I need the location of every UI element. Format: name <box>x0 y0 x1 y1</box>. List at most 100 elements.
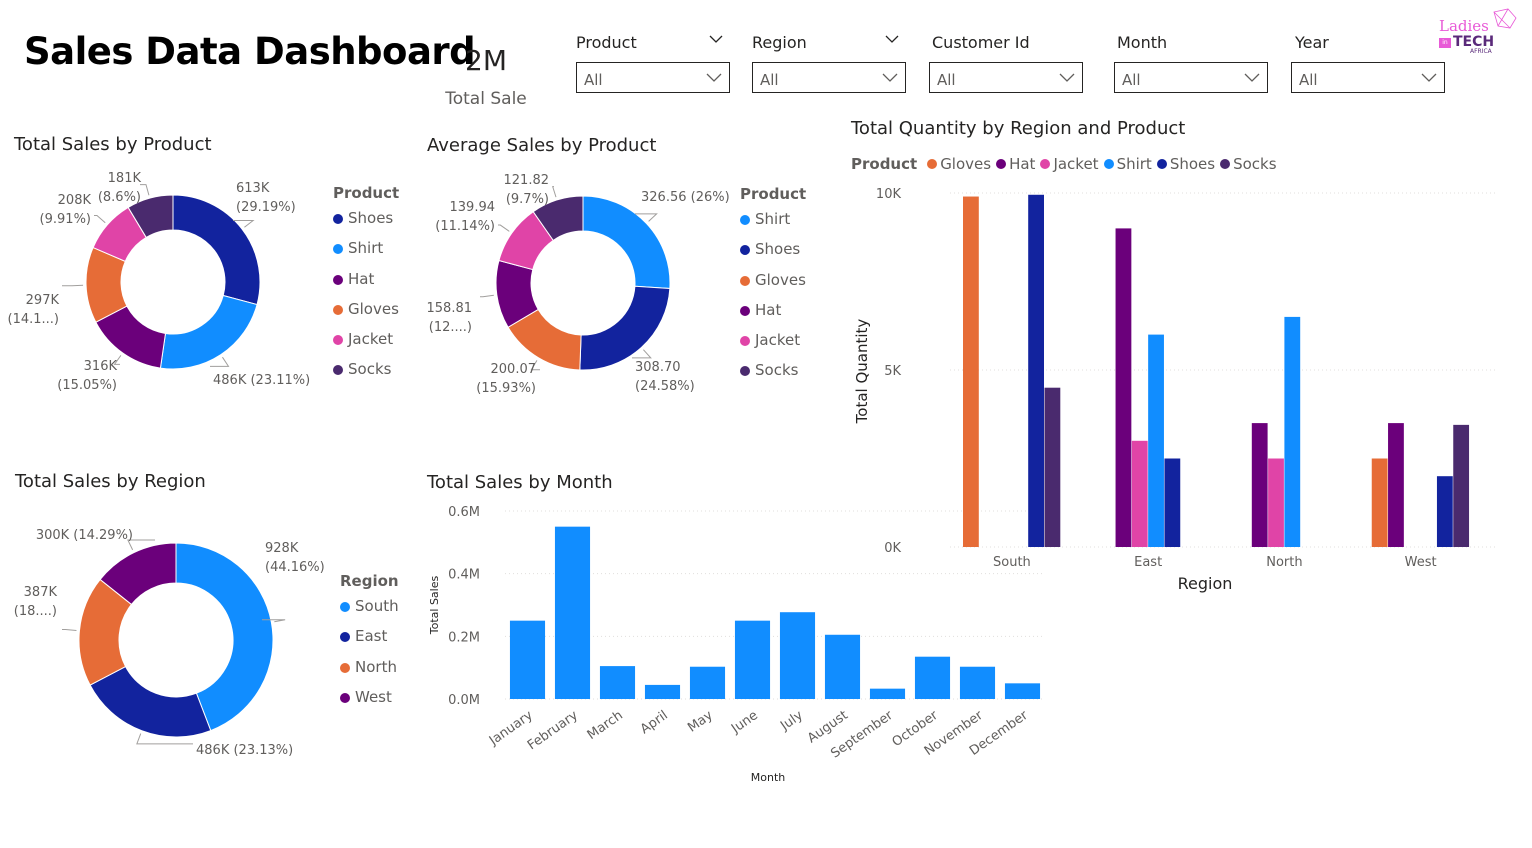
x-tick-label: May <box>685 708 716 736</box>
bar-august[interactable] <box>824 634 861 699</box>
bar-east-jacket[interactable] <box>1131 440 1148 547</box>
data-label-jacket: 139.94 <box>450 200 496 215</box>
data-label-shoes: 613K <box>236 181 270 196</box>
bar-november[interactable] <box>959 666 996 699</box>
data-label-shoes: (29.19%) <box>236 200 296 215</box>
bar-north-jacket[interactable] <box>1268 458 1284 548</box>
bar-east-shoes[interactable] <box>1164 458 1181 548</box>
legend-item-north[interactable]: North <box>340 658 399 688</box>
legend-label: Shirt <box>1116 155 1152 173</box>
leader-line-hat <box>480 294 494 298</box>
bar-june[interactable] <box>734 620 771 699</box>
legend-label: Shirt <box>755 210 791 228</box>
legend-item-shoes[interactable]: Shoes <box>1156 155 1216 173</box>
legend-label: West <box>355 687 392 706</box>
bar-west-socks[interactable] <box>1453 424 1470 547</box>
x-tick-label: North <box>1266 555 1302 570</box>
legend-item-socks[interactable]: Socks <box>333 360 399 390</box>
bar-south-socks[interactable] <box>1044 387 1061 547</box>
logo-text-in: in <box>1439 38 1451 48</box>
bar-may[interactable] <box>689 666 726 699</box>
legend-marker-icon <box>333 335 343 346</box>
bar-april[interactable] <box>644 684 681 699</box>
legend-marker-icon <box>340 692 350 703</box>
legend-item-hat[interactable]: Hat <box>740 301 806 331</box>
data-label-hat: (12....) <box>429 320 472 335</box>
data-label-west: 300K (14.29%) <box>36 528 133 543</box>
slicer-month-dropdown[interactable]: All <box>1114 62 1268 93</box>
slicer-region-dropdown[interactable]: All <box>752 62 906 93</box>
legend-item-south[interactable]: South <box>340 597 399 627</box>
legend-item-hat[interactable]: Hat <box>333 270 399 300</box>
bar-east-hat[interactable] <box>1115 228 1132 547</box>
legend-item-gloves[interactable]: Gloves <box>333 300 399 330</box>
donut-slice-east[interactable] <box>89 665 212 738</box>
legend-marker-icon <box>740 215 750 225</box>
legend-item-hat[interactable]: Hat <box>996 155 1035 173</box>
legend-item-east[interactable]: East <box>340 627 399 657</box>
legend-item-jacket[interactable]: Jacket <box>740 331 806 361</box>
chart-title-sales-by-product: Total Sales by Product <box>14 134 212 155</box>
legend-label: Hat <box>1009 155 1036 173</box>
x-axis-title: Region <box>1178 574 1233 593</box>
ladies-in-tech-logo: Ladies in TECH AFRICA <box>1436 6 1520 58</box>
legend-item-socks[interactable]: Socks <box>1220 155 1277 173</box>
bar-west-shoes[interactable] <box>1436 476 1453 547</box>
legend-item-gloves[interactable]: Gloves <box>740 271 806 301</box>
chevron-down-icon[interactable] <box>708 33 724 45</box>
legend-label: Shoes <box>1169 155 1216 173</box>
legend-label: Hat <box>348 269 375 288</box>
data-label-hat: 158.81 <box>427 301 473 316</box>
grouped-bar-chart-qty-by-region-product: 0K 5K 10K South East North West Total Quantity R… <box>853 187 1495 593</box>
bar-west-gloves[interactable] <box>1371 458 1388 548</box>
chevron-down-icon <box>1059 73 1075 82</box>
chart-title-avg-sales-by-product: Average Sales by Product <box>427 135 657 156</box>
legend-item-west[interactable]: West <box>340 688 399 718</box>
slicer-year-dropdown[interactable]: All <box>1291 62 1445 93</box>
leader-line-jacket <box>498 224 510 232</box>
legend-item-shoes[interactable]: Shoes <box>740 240 806 270</box>
chevron-down-icon[interactable] <box>884 33 900 45</box>
donut-slice-shoes[interactable] <box>579 285 671 371</box>
slicer-month: Month All <box>1114 33 1268 93</box>
x-tick-label: April <box>638 708 671 737</box>
legend-item-gloves[interactable]: Gloves <box>927 155 991 173</box>
data-label-socks: 121.82 <box>504 173 550 188</box>
data-label-north: 387K <box>24 585 58 600</box>
slicer-product-dropdown[interactable]: All <box>576 62 730 93</box>
slicer-product: Product All <box>576 33 730 93</box>
legend-marker-icon <box>333 365 343 376</box>
slicer-region-value: All <box>760 71 779 89</box>
legend-item-shirt[interactable]: Shirt <box>1103 155 1152 173</box>
legend-item-shoes[interactable]: Shoes <box>333 209 399 239</box>
chevron-down-icon <box>706 73 722 82</box>
donut-slice-shirt[interactable] <box>159 294 258 370</box>
data-label-shirt: 486K (23.11%) <box>213 373 310 388</box>
slicer-product-value: All <box>584 71 603 89</box>
data-label-hat: 316K <box>84 359 118 374</box>
donut-slice-shirt[interactable] <box>582 195 671 290</box>
bar-south-gloves[interactable] <box>963 196 979 547</box>
bar-december[interactable] <box>1004 683 1041 699</box>
legend-marker-icon <box>1040 159 1051 169</box>
legend-item-jacket[interactable]: Jacket <box>333 330 399 360</box>
bar-february[interactable] <box>554 526 591 699</box>
bar-october[interactable] <box>914 656 951 699</box>
donut-chart-avg-sales-by-product: 326.56 (26%) 308.70 (24.58%) 200.07 (15.93%)… <box>427 173 730 396</box>
chevron-down-icon <box>1244 73 1260 82</box>
bar-east-shirt[interactable] <box>1148 334 1164 547</box>
bar-march[interactable] <box>599 666 636 699</box>
legend-item-socks[interactable]: Socks <box>740 361 806 391</box>
legend-item-jacket[interactable]: Jacket <box>1040 155 1099 173</box>
bar-july[interactable] <box>779 612 816 699</box>
legend-item-shirt[interactable]: Shirt <box>740 210 806 240</box>
legend-item-shirt[interactable]: Shirt <box>333 239 399 269</box>
bar-september[interactable] <box>869 688 906 699</box>
kpi-total-sale-value: 2M <box>465 44 507 77</box>
slicer-customer-id-dropdown[interactable]: All <box>929 62 1083 93</box>
bar-west-hat[interactable] <box>1388 423 1404 547</box>
bar-south-shoes[interactable] <box>1028 194 1044 547</box>
bar-january[interactable] <box>509 620 546 699</box>
bar-north-shirt[interactable] <box>1284 316 1301 547</box>
bar-north-hat[interactable] <box>1251 423 1268 547</box>
